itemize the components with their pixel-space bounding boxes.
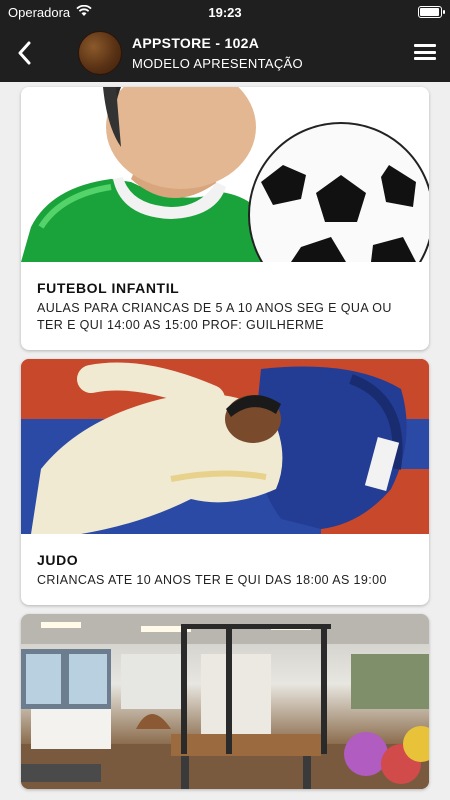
battery-icon <box>418 6 445 18</box>
menu-button[interactable] <box>414 42 436 62</box>
activity-card-futebol[interactable]: FUTEBOL INFANTIL AULAS PARA CRIANCAS DE … <box>21 87 429 350</box>
activity-list: FUTEBOL INFANTIL AULAS PARA CRIANCAS DE … <box>21 87 429 798</box>
back-button[interactable] <box>0 24 48 82</box>
app-title: APPSTORE - 102A <box>132 35 260 51</box>
judo-image <box>21 359 429 534</box>
carrier-label: Operadora <box>8 4 71 20</box>
hamburger-menu-icon <box>414 44 436 47</box>
app-subtitle: MODELO APRESENTAÇÃO <box>132 56 303 71</box>
futebol-text: FUTEBOL INFANTIL AULAS PARA CRIANCAS DE … <box>21 262 429 350</box>
app-avatar <box>78 31 122 75</box>
card-title: FUTEBOL INFANTIL <box>37 280 180 296</box>
app-header: APPSTORE - 102A MODELO APRESENTAÇÃO <box>0 24 450 82</box>
judo-text: JUDO CRIANCAS ATE 10 ANOS TER E QUI DAS … <box>21 534 429 605</box>
card-title: JUDO <box>37 552 79 568</box>
battery-fill <box>420 8 439 16</box>
hamburger-line <box>414 50 436 54</box>
hamburger-line <box>414 57 436 60</box>
header-titles: APPSTORE - 102A MODELO APRESENTAÇÃO <box>132 35 303 71</box>
futebol-image <box>21 87 429 262</box>
card-description: AULAS PARA CRIANCAS DE 5 A 10 ANOS SEG E… <box>37 301 392 332</box>
pilates-image <box>21 614 429 789</box>
wifi-icon <box>76 4 92 20</box>
status-left: Operadora <box>8 4 92 20</box>
card-description: CRIANCAS ATE 10 ANOS TER E QUI DAS 18:00… <box>37 573 387 587</box>
status-bar: Operadora 19:23 <box>0 0 450 24</box>
activity-card-judo[interactable]: JUDO CRIANCAS ATE 10 ANOS TER E QUI DAS … <box>21 359 429 605</box>
activity-card-pilates[interactable] <box>21 614 429 789</box>
status-time: 19:23 <box>208 4 242 20</box>
chevron-left-icon <box>18 41 31 65</box>
